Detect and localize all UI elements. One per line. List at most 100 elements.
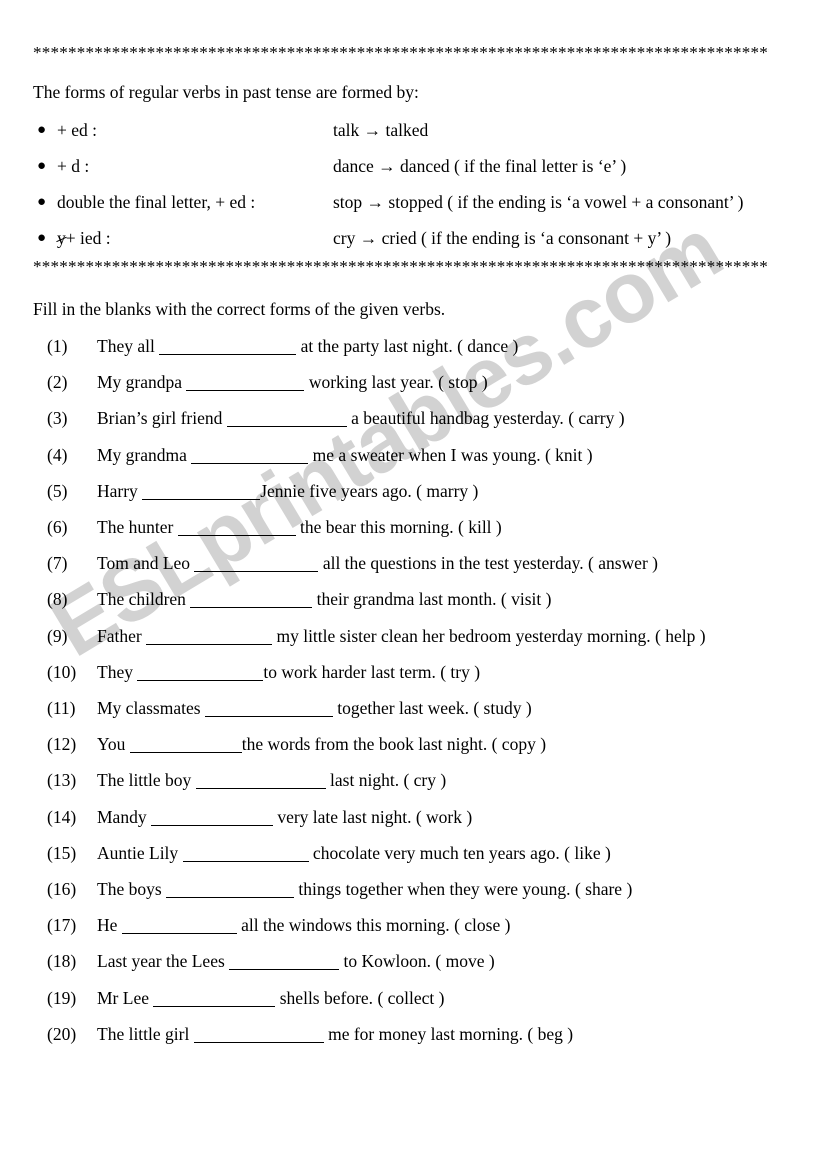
answer-blank[interactable] (121, 918, 237, 934)
sentence-before-blank: The little girl (97, 1024, 194, 1044)
answer-blank[interactable] (153, 991, 276, 1007)
prompt-verb: ( beg ) (527, 1024, 574, 1044)
rule-label: y+ ied : (57, 228, 111, 248)
item-sentence: Tom and Leo all the questions in the tes… (97, 550, 658, 576)
answer-blank[interactable] (194, 556, 319, 572)
prompt-verb: ( help ) (655, 626, 706, 646)
sentence-before-blank: Harry (97, 481, 143, 501)
exercise-instruction: Fill in the blanks with the correct form… (33, 299, 446, 319)
rule-row: ● y+ ied : cry → cried ( if the ending is … (33, 227, 773, 249)
sentence-before-blank: He (97, 915, 122, 935)
sentence-after-blank: last night. (325, 770, 404, 790)
answer-blank[interactable] (191, 448, 309, 464)
sentence-after-blank: the bear this morning. (295, 517, 458, 537)
sentence-before-blank: My grandpa (97, 372, 187, 392)
answer-blank[interactable] (129, 737, 242, 753)
answer-blank[interactable] (204, 701, 333, 717)
item-number: (2) (47, 372, 68, 392)
prompt-verb: ( collect ) (377, 988, 445, 1008)
item-number: (1) (47, 336, 68, 356)
item-sentence: My classmates together last week. ( stud… (97, 695, 532, 721)
sentence-after-blank: things together when they were young. (294, 879, 575, 899)
prompt-verb: ( move ) (435, 951, 495, 971)
sentence-before-blank: My grandma (97, 445, 192, 465)
item-sentence: My grandma me a sweater when I was young… (97, 442, 593, 468)
answer-blank[interactable] (177, 520, 296, 536)
item-number: (20) (47, 1024, 77, 1044)
rule-label: double the final letter, + ed : (57, 192, 256, 212)
item-sentence: They to work harder last term. ( try ) (97, 659, 480, 685)
item-sentence: My grandpa working last year. ( stop ) (97, 369, 488, 395)
sentence-after-blank: working last year. (304, 372, 439, 392)
prompt-verb: ( knit ) (544, 445, 593, 465)
sentence-after-blank: all the windows this morning. (236, 915, 455, 935)
item-sentence: The boys things together when they were … (97, 876, 632, 902)
prompt-verb: ( copy ) (491, 734, 547, 754)
sentence-before-blank: Mr Lee (97, 988, 154, 1008)
divider-asterisks-bottom: ****************************************… (33, 258, 769, 275)
sentence-before-blank: You (97, 734, 130, 754)
sentence-after-blank: my little sister clean her bedroom yeste… (272, 626, 656, 646)
answer-blank[interactable] (193, 1027, 324, 1043)
prompt-verb: ( answer ) (588, 553, 658, 573)
sentence-after-blank: very late last night. (272, 807, 416, 827)
prompt-verb: ( marry ) (416, 481, 479, 501)
answer-blank[interactable] (142, 484, 261, 500)
item-number: (10) (47, 662, 77, 682)
rule-row: ● + d : dance → danced ( if the final lett… (33, 155, 773, 177)
item-number: (18) (47, 951, 77, 971)
bullet-icon: ● (37, 194, 47, 210)
answer-blank[interactable] (159, 339, 297, 355)
sentence-before-blank: The children (97, 589, 191, 609)
answer-blank[interactable] (229, 954, 340, 970)
item-number: (16) (47, 879, 77, 899)
item-sentence: Auntie Lily chocolate very much ten year… (97, 840, 611, 866)
prompt-verb: ( share ) (574, 879, 633, 899)
item-sentence: Father my little sister clean her bedroo… (97, 623, 706, 649)
answer-blank[interactable] (182, 846, 309, 862)
rule-row: ● + ed : talk → talked (33, 119, 773, 141)
rule-row: ● double the final letter, + ed : stop → s… (33, 191, 773, 213)
item-sentence: Brian’s girl friend a beautiful handbag … (97, 405, 625, 431)
sentence-after-blank: to work harder last term. (263, 662, 441, 682)
rules-intro-text: The forms of regular verbs in past tense… (33, 82, 419, 102)
prompt-verb: ( work ) (415, 807, 473, 827)
sentence-before-blank: The hunter (97, 517, 178, 537)
rule-label: + ed : (57, 120, 97, 140)
sentence-before-blank: Father (97, 626, 147, 646)
prompt-verb: ( try ) (440, 662, 481, 682)
item-number: (19) (47, 988, 77, 1008)
sentence-after-blank: together last week. (332, 698, 474, 718)
worksheet-content: ****************************************… (0, 0, 821, 1169)
worksheet-page: ESLprintables.com **********************… (0, 0, 821, 1169)
item-number: (14) (47, 807, 77, 827)
sentence-after-blank: at the party last night. (296, 336, 458, 356)
answer-blank[interactable] (226, 411, 347, 427)
answer-blank[interactable] (150, 810, 273, 826)
sentence-after-blank: me for money last morning. (323, 1024, 528, 1044)
prompt-verb: ( study ) (473, 698, 532, 718)
answer-blank[interactable] (146, 629, 273, 645)
item-number: (4) (47, 445, 68, 465)
sentence-before-blank: Auntie Lily (97, 843, 183, 863)
item-number: (5) (47, 481, 68, 501)
bullet-icon: ● (37, 122, 47, 138)
answer-blank[interactable] (195, 773, 326, 789)
sentence-before-blank: They all (97, 336, 160, 356)
answer-blank[interactable] (166, 882, 295, 898)
sentence-before-blank: Tom and Leo (97, 553, 195, 573)
bullet-icon: ● (37, 158, 47, 174)
answer-blank[interactable] (186, 375, 305, 391)
item-number: (15) (47, 843, 77, 863)
item-sentence: They all at the party last night. ( danc… (97, 333, 518, 359)
rule-example: stop → stopped ( if the ending is ‘a vow… (333, 192, 744, 212)
sentence-before-blank: The little boy (97, 770, 196, 790)
answer-blank[interactable] (190, 592, 313, 608)
item-sentence: Harry Jennie five years ago. ( marry ) (97, 478, 478, 504)
answer-blank[interactable] (137, 665, 264, 681)
item-sentence: Mr Lee shells before. ( collect ) (97, 985, 444, 1011)
item-sentence: The hunter the bear this morning. ( kill… (97, 514, 502, 540)
item-number: (17) (47, 915, 77, 935)
sentence-after-blank: all the questions in the test yesterday. (318, 553, 589, 573)
item-number: (13) (47, 770, 77, 790)
